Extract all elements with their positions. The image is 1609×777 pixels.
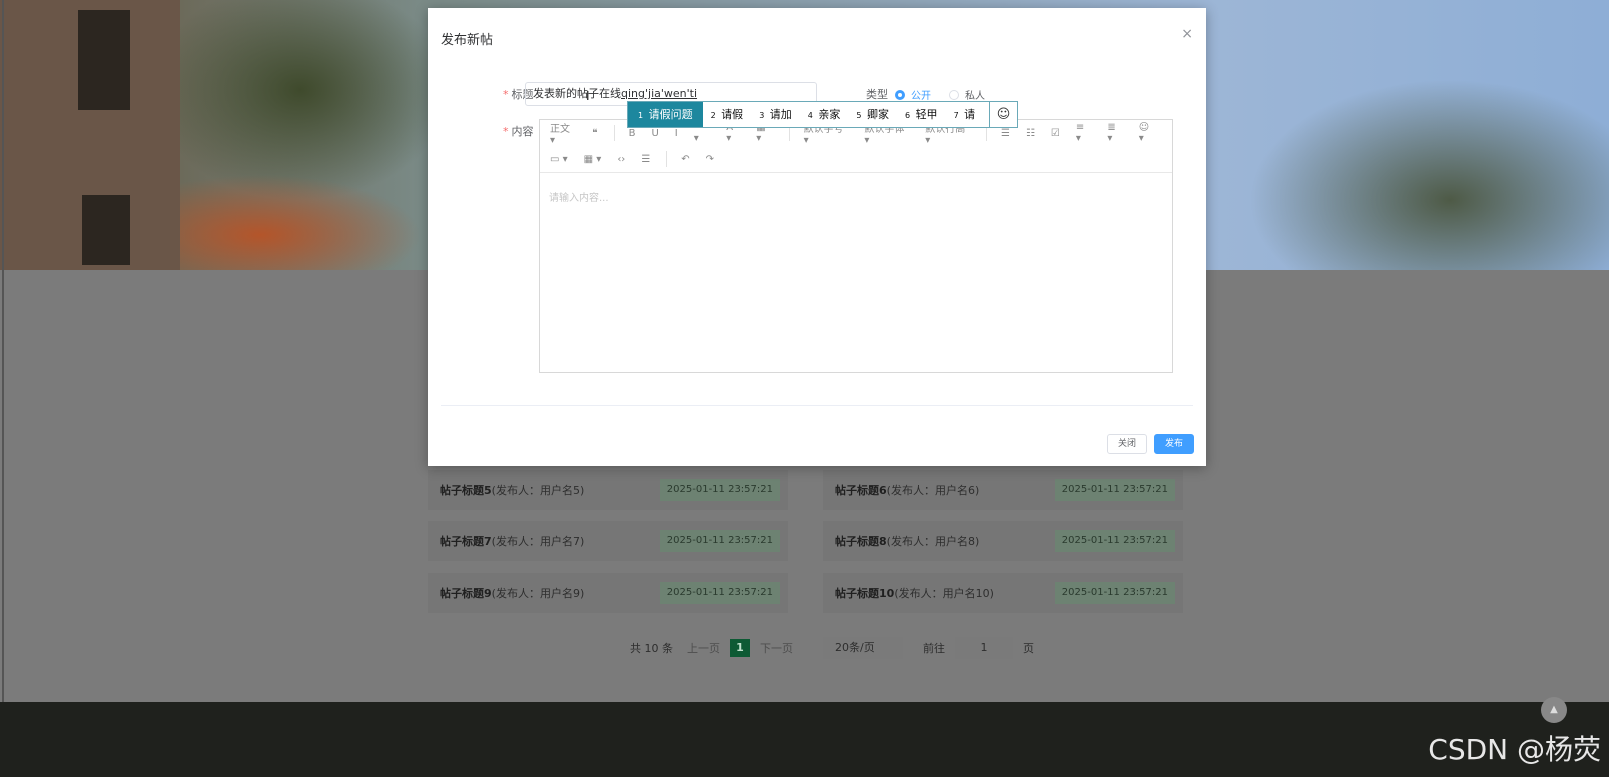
post-item[interactable]: 帖子标题9 (发布人：用户名9) 2025-01-11 23:57:21 (428, 573, 788, 613)
post-date: 2025-01-11 23:57:21 (1054, 479, 1175, 501)
bulleted-list-icon[interactable]: ☰ (1001, 128, 1010, 139)
radio-dot (949, 89, 959, 100)
radio-dot (895, 89, 905, 100)
emoji-menu-icon[interactable]: ☺ ▾ (1139, 122, 1156, 144)
editor-placeholder: 请输入内容... (549, 193, 609, 204)
redo-icon[interactable]: ↷ (706, 154, 714, 165)
underline-icon[interactable]: U (651, 128, 658, 139)
ime-composition-text: qing'jia'wen'ti (621, 87, 698, 100)
editor-toolbar-row-2: ▭ ▾ ▦ ▾ ‹› ☰ ↶ ↷ (540, 146, 1172, 172)
code-icon[interactable]: ‹› (617, 154, 625, 165)
italic-icon[interactable]: I (675, 128, 678, 139)
image-icon[interactable]: ▭ ▾ (550, 154, 568, 165)
pagination: 共 10 条 上一页 1 下一页 20条/页 前往 1 页 (630, 637, 1034, 659)
post-date: 2025-01-11 23:57:21 (1054, 582, 1175, 604)
radio-private[interactable]: 私人 (949, 87, 985, 102)
post-date: 2025-01-11 23:57:21 (659, 479, 780, 501)
bold-icon[interactable]: B (629, 128, 636, 139)
ime-candidate[interactable]: 7 请 (946, 102, 984, 127)
required-mark: * (503, 125, 509, 138)
post-title[interactable]: 帖子标题8 (835, 533, 887, 549)
page-footer (0, 702, 1609, 777)
ime-candidate-popup: 1 请假问题 2 请假 3 请加 4 亲家 5 卿家 6 轻甲 7 请 ☺ (627, 101, 1018, 128)
next-page-button[interactable]: 下一页 (760, 640, 793, 656)
post-title[interactable]: 帖子标题6 (835, 482, 887, 498)
text-cursor-icon: I (586, 89, 590, 103)
content-field-label: * 内容 (503, 125, 534, 138)
numbered-list-icon[interactable]: ☷ (1026, 128, 1035, 139)
ime-candidate[interactable]: 4 亲家 (800, 102, 849, 127)
close-button[interactable]: 关闭 (1107, 434, 1147, 454)
post-author: (发布人：用户名10) (894, 587, 994, 600)
smiley-icon[interactable]: ☺ (989, 102, 1017, 127)
post-item[interactable]: 帖子标题10 (发布人：用户名10) 2025-01-11 23:57:21 (823, 573, 1183, 613)
post-item[interactable]: 帖子标题6 (发布人：用户名6) 2025-01-11 23:57:21 (823, 470, 1183, 510)
toolbar-divider (666, 151, 668, 167)
rich-text-editor: 正文 ▾ ❝ B U I ··· ▾ A ▾ ▦ ▾ 默认字号 ▾ 默认字体 ▾… (539, 119, 1173, 373)
table-icon[interactable]: ▦ ▾ (584, 154, 602, 165)
post-item[interactable]: 帖子标题5 (发布人：用户名5) 2025-01-11 23:57:21 (428, 470, 788, 510)
blockquote-icon[interactable]: ❝ (592, 128, 597, 139)
post-author: (发布人：用户名6) (886, 484, 980, 497)
page-number-current[interactable]: 1 (730, 639, 750, 657)
building-window (78, 10, 130, 110)
page-edge (2, 0, 4, 702)
todo-list-icon[interactable]: ☑ (1051, 128, 1060, 139)
post-date: 2025-01-11 23:57:21 (1054, 530, 1175, 552)
close-icon[interactable]: × (1181, 26, 1193, 42)
post-title[interactable]: 帖子标题7 (440, 533, 492, 549)
page-size-select[interactable]: 20条/页 (823, 637, 903, 659)
indent-icon[interactable]: ≣ ▾ (1107, 122, 1122, 144)
post-title[interactable]: 帖子标题9 (440, 585, 492, 601)
ime-candidate[interactable]: 5 卿家 (848, 102, 897, 127)
post-title[interactable]: 帖子标题10 (835, 585, 894, 601)
submit-button[interactable]: 发布 (1154, 434, 1194, 454)
pagination-total: 共 10 条 (630, 642, 673, 655)
prev-page-button[interactable]: 上一页 (687, 640, 720, 656)
paragraph-style-select[interactable]: 正文 ▾ (550, 120, 576, 146)
goto-page-input[interactable]: 1 (955, 637, 1013, 659)
radio-public[interactable]: 公开 (895, 87, 931, 102)
back-to-top-button[interactable]: ▲ (1541, 697, 1567, 723)
ime-candidate[interactable]: 2 请假 (703, 102, 752, 127)
post-author: (发布人：用户名7) (491, 535, 585, 548)
building-window (82, 195, 130, 265)
page-unit-label: 页 (1023, 642, 1034, 655)
post-author: (发布人：用户名5) (491, 484, 585, 497)
divider-icon[interactable]: ☰ (641, 154, 650, 165)
dialog-title: 发布新帖 (441, 33, 494, 48)
watermark-text: CSDN @杨荧 (1428, 733, 1601, 766)
ime-candidate[interactable]: 6 轻甲 (897, 102, 946, 127)
align-icon[interactable]: ≡ ▾ (1076, 122, 1091, 144)
ime-candidate[interactable]: 3 请加 (751, 102, 800, 127)
post-item[interactable]: 帖子标题8 (发布人：用户名8) 2025-01-11 23:57:21 (823, 521, 1183, 561)
post-item[interactable]: 帖子标题7 (发布人：用户名7) 2025-01-11 23:57:21 (428, 521, 788, 561)
post-title[interactable]: 帖子标题5 (440, 482, 492, 498)
editor-content-area[interactable]: 请输入内容... (540, 172, 1172, 372)
type-field-label: 类型 (866, 88, 888, 101)
ime-candidate[interactable]: 1 请假问题 (628, 102, 703, 127)
undo-icon[interactable]: ↶ (681, 154, 689, 165)
required-mark: * (503, 88, 509, 101)
post-author: (发布人：用户名8) (886, 535, 980, 548)
goto-label: 前往 (923, 642, 945, 655)
post-date: 2025-01-11 23:57:21 (659, 530, 780, 552)
post-author: (发布人：用户名9) (491, 587, 585, 600)
toolbar-divider (613, 125, 615, 141)
post-date: 2025-01-11 23:57:21 (659, 582, 780, 604)
